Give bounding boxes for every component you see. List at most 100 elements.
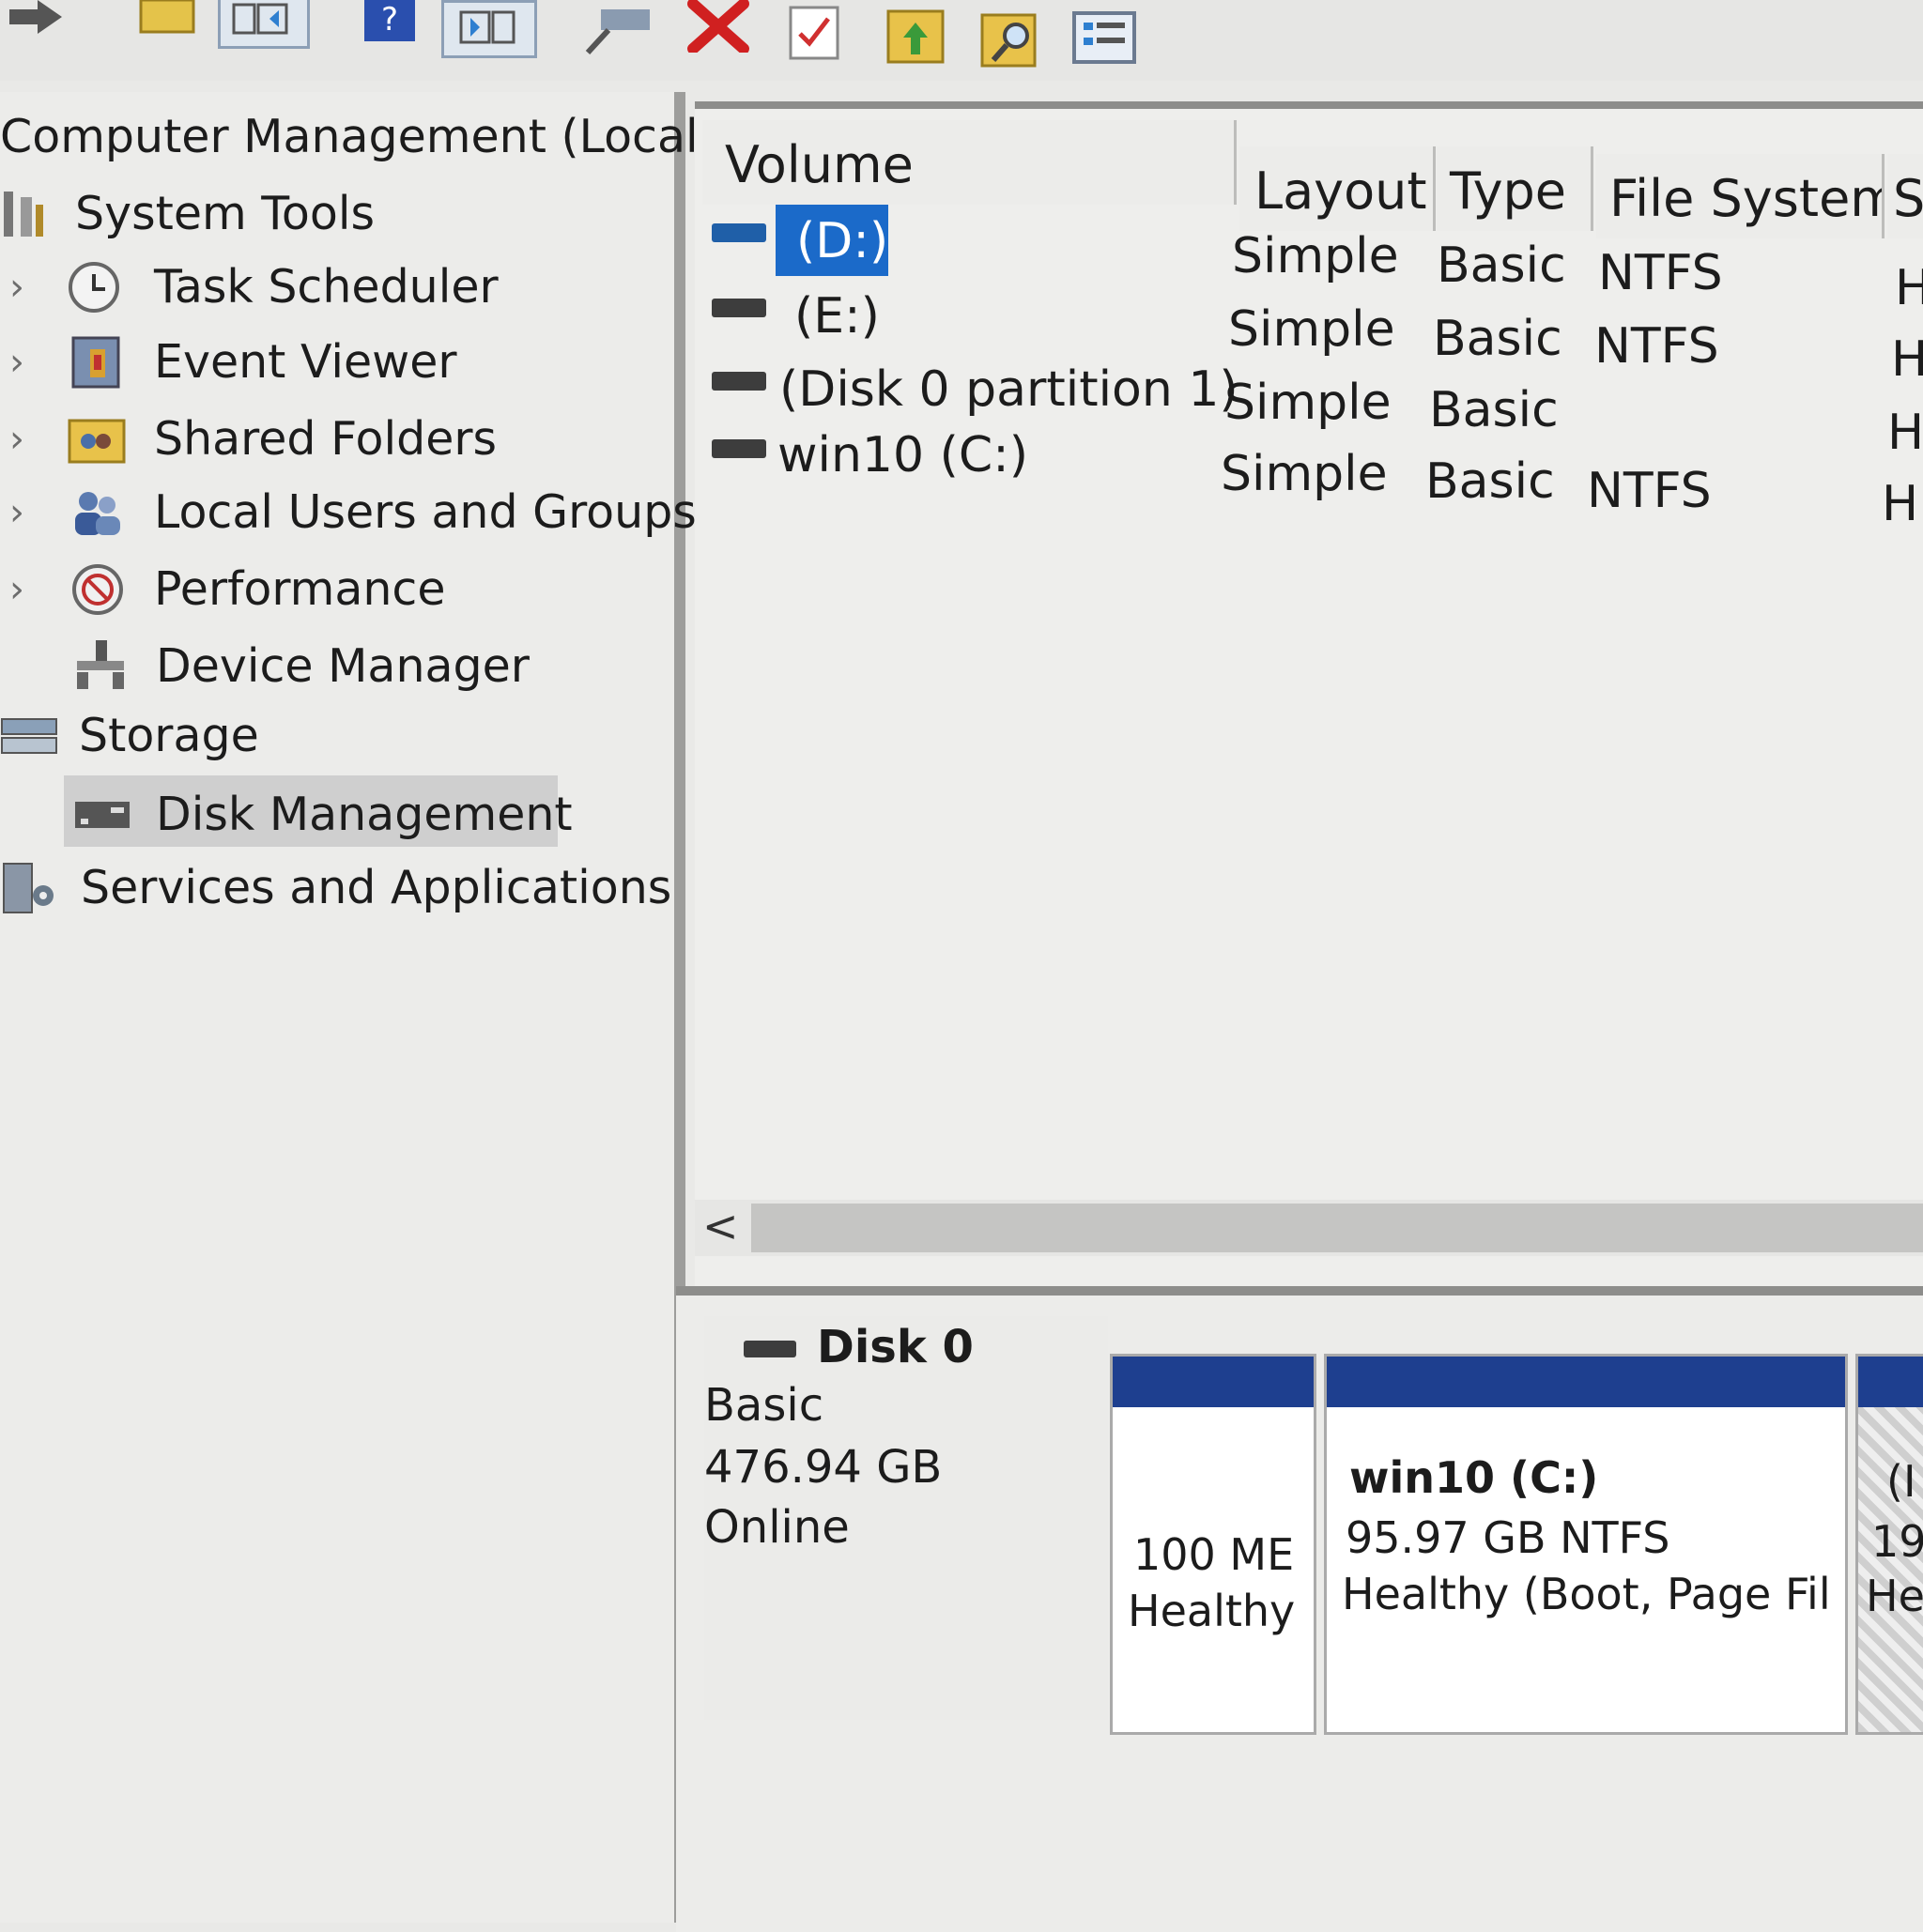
clock-icon — [64, 261, 122, 314]
disk-size: 476.94 GB — [704, 1441, 943, 1494]
partition-status: Healthy (Boot, Page Fil — [1342, 1569, 1831, 1619]
volume-name: (D:) — [796, 213, 889, 269]
column-header-status[interactable]: S — [1887, 154, 1923, 238]
tree-item-performance[interactable]: › Performance — [0, 556, 674, 623]
toolbar: ? — [0, 0, 1923, 81]
tree-item-storage[interactable]: Storage — [0, 702, 674, 770]
disk-info[interactable]: Disk 0 Basic 476.94 GB Online — [704, 1316, 1108, 1720]
tree-item-system-tools[interactable]: System Tools — [0, 180, 674, 248]
partition-bar — [1327, 1357, 1845, 1407]
scroll-left-icon[interactable]: < — [702, 1200, 739, 1252]
partition-win10-c[interactable]: win10 (C:) 95.97 GB NTFS Healthy (Boot, … — [1324, 1354, 1848, 1735]
tree-item-task-scheduler[interactable]: › Task Scheduler — [0, 253, 674, 321]
volume-type: Basic — [1429, 382, 1559, 438]
users-icon — [68, 486, 126, 539]
column-header-file-system[interactable]: File System — [1596, 154, 1885, 238]
search-icon[interactable] — [980, 9, 1042, 68]
volume-layout: Simple — [1221, 446, 1388, 502]
svg-text:?: ? — [381, 1, 398, 38]
volume-file-system: NTFS — [1598, 245, 1723, 301]
volume-layout: Simple — [1224, 375, 1392, 431]
volume-name: win10 (C:) — [777, 427, 1029, 483]
disk-status: Online — [704, 1501, 850, 1554]
disk-icon — [744, 1341, 796, 1357]
tree-item-label: Local Users and Groups — [154, 485, 697, 539]
volume-type: Basic — [1425, 453, 1555, 510]
connect-icon[interactable] — [582, 4, 655, 56]
horizontal-scrollbar[interactable]: < — [695, 1200, 1923, 1256]
volume-icon — [712, 223, 766, 242]
tree-item-label: Disk Management — [156, 788, 573, 841]
volume-name: (E:) — [794, 288, 880, 345]
performance-icon — [68, 563, 126, 616]
event-viewer-icon — [68, 336, 126, 389]
tree-item-label: Device Manager — [156, 639, 530, 693]
chevron-right-icon[interactable]: › — [9, 406, 38, 473]
column-header-type[interactable]: Type — [1437, 146, 1593, 231]
list-icon[interactable] — [1070, 9, 1138, 66]
column-header-volume[interactable]: Volume — [702, 120, 1237, 205]
volume-status: H — [1895, 260, 1923, 316]
volume-icon — [712, 372, 766, 391]
tree-item-shared-folders[interactable]: › Shared Folders — [0, 406, 674, 473]
tree-item-services-and-applications[interactable]: Services and Applications — [0, 854, 674, 922]
chevron-right-icon[interactable]: › — [9, 479, 38, 546]
chevron-right-icon[interactable]: › — [9, 253, 38, 321]
tree-item-label: System Tools — [75, 187, 376, 240]
show-action-pane-icon[interactable] — [441, 0, 537, 58]
volume-status: H — [1887, 405, 1923, 461]
properties-icon[interactable] — [787, 6, 843, 60]
volume-name: (Disk 0 partition 1) — [779, 361, 1238, 418]
volume-file-system: NTFS — [1594, 318, 1719, 375]
tree-item-local-users-and-groups[interactable]: › Local Users and Groups — [0, 479, 697, 546]
tree-item-label: Shared Folders — [154, 412, 498, 466]
partition-status: He — [1866, 1571, 1923, 1621]
partition-size: 100 ME — [1133, 1529, 1295, 1580]
partition-system-reserved[interactable]: 100 ME Healthy — [1110, 1354, 1316, 1735]
folder-up-icon[interactable] — [139, 0, 195, 34]
column-header-layout[interactable]: Layout — [1239, 146, 1436, 231]
volume-list: Volume Layout Type File System S (D:) Si… — [695, 101, 1923, 1292]
chevron-right-icon[interactable]: › — [9, 329, 38, 396]
disk-type: Basic — [704, 1379, 824, 1432]
partition-status: Healthy — [1128, 1586, 1296, 1636]
volume-type: Basic — [1437, 238, 1566, 294]
delete-icon[interactable] — [685, 0, 751, 54]
partition-size: 95.97 GB NTFS — [1346, 1512, 1670, 1563]
volume-file-system: NTFS — [1587, 463, 1712, 519]
scrollbar-thumb[interactable] — [751, 1204, 1923, 1252]
volume-icon — [712, 439, 766, 458]
volume-icon — [712, 299, 766, 317]
tree-item-label: Event Viewer — [154, 335, 457, 389]
tree-root-label: Computer Management (Local) — [0, 110, 716, 163]
device-manager-icon — [71, 640, 130, 693]
volume-status: H — [1882, 476, 1919, 532]
partition-name: (I — [1886, 1456, 1916, 1507]
back-arrow-icon[interactable] — [0, 0, 66, 38]
services-icon — [0, 862, 58, 914]
storage-icon — [0, 710, 58, 762]
tree-item-label: Task Scheduler — [154, 260, 499, 314]
tools-icon — [0, 188, 58, 240]
tree-item-event-viewer[interactable]: › Event Viewer — [0, 329, 674, 396]
volume-type: Basic — [1433, 311, 1562, 367]
tree-item-label: Performance — [154, 562, 446, 616]
partition-name: win10 (C:) — [1349, 1452, 1599, 1503]
tree-item-disk-management[interactable]: Disk Management — [0, 775, 674, 849]
disk-title: Disk 0 — [817, 1321, 974, 1373]
console-tree: Computer Management (Local) System Tools… — [0, 92, 716, 1923]
partition-bar — [1858, 1357, 1923, 1407]
partition-size: 19 — [1871, 1516, 1923, 1567]
help-icon[interactable]: ? — [361, 0, 419, 45]
disk-graphical-view: Disk 0 Basic 476.94 GB Online 100 ME Hea… — [676, 1286, 1923, 1932]
tree-item-device-manager[interactable]: Device Manager — [0, 633, 674, 700]
disk-management-icon — [73, 789, 131, 841]
tree-root[interactable]: Computer Management (Local) — [0, 103, 716, 171]
volume-layout: Simple — [1232, 228, 1399, 284]
show-hide-tree-icon[interactable] — [218, 0, 310, 49]
folder-up-arrow-icon[interactable] — [886, 6, 945, 64]
tree-item-label: Storage — [79, 709, 259, 762]
tree-item-label: Services and Applications — [81, 861, 672, 914]
chevron-right-icon[interactable]: › — [9, 556, 38, 623]
partition-next[interactable]: (I 19 He — [1855, 1354, 1923, 1735]
